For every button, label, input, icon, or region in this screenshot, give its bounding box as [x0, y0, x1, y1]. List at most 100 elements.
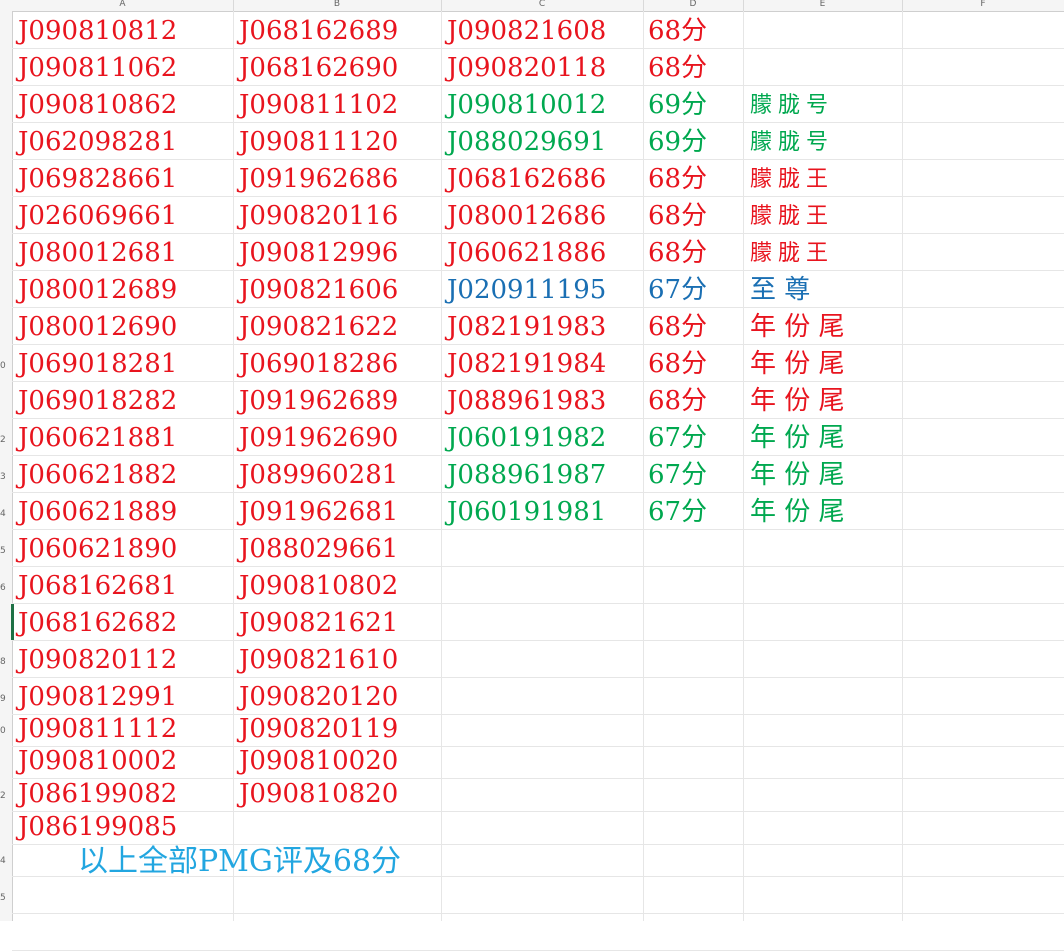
cell-c7[interactable]: J060621886	[447, 235, 606, 272]
note-text[interactable]: 以上全部PMG评及68分	[78, 842, 401, 882]
cell-e12[interactable]: 年 份 尾	[750, 420, 845, 457]
column-header-d[interactable]: D	[643, 0, 744, 11]
cell-c8[interactable]: J020911195	[447, 272, 606, 309]
cell-e11[interactable]: 年 份 尾	[750, 383, 845, 420]
row-number[interactable]: 5	[0, 893, 12, 903]
cell-a2[interactable]: J090811062	[18, 50, 177, 87]
cell-a14[interactable]: J060621889	[18, 494, 177, 531]
cell-c6[interactable]: J080012686	[447, 198, 606, 235]
cell-d5[interactable]: 68分	[648, 161, 707, 198]
cell-e4[interactable]: 朦胧号	[750, 124, 834, 161]
cell-a1[interactable]: J090810812	[18, 13, 177, 50]
cell-b3[interactable]: J090811102	[239, 87, 398, 124]
cell-b14[interactable]: J091962681	[239, 494, 398, 531]
column-header-a[interactable]: A	[12, 0, 234, 11]
cell-a21[interactable]: J090810002	[18, 743, 177, 780]
cell-d7[interactable]: 68分	[648, 235, 707, 272]
column-header-c[interactable]: C	[441, 0, 644, 11]
cell-b6[interactable]: J090820116	[239, 198, 398, 235]
cell-c2[interactable]: J090820118	[447, 50, 606, 87]
row-number[interactable]: 5	[0, 546, 12, 556]
cell-b21[interactable]: J090810020	[239, 743, 398, 780]
cell-a17[interactable]: J068162682	[18, 605, 177, 642]
cell-d2[interactable]: 68分	[648, 50, 707, 87]
cell-b2[interactable]: J068162690	[239, 50, 398, 87]
cell-a22[interactable]: J086199082	[18, 776, 177, 813]
cell-b17[interactable]: J090821621	[239, 605, 398, 642]
cell-d4[interactable]: 69分	[648, 124, 707, 161]
column-header-b[interactable]: B	[233, 0, 442, 11]
cell-c10[interactable]: J082191984	[447, 346, 606, 383]
cell-a3[interactable]: J090810862	[18, 87, 177, 124]
cell-b12[interactable]: J091962690	[239, 420, 398, 457]
row-number[interactable]: 2	[0, 435, 12, 445]
row-number[interactable]: 4	[0, 509, 12, 519]
row-number[interactable]: 6	[0, 583, 12, 593]
cell-c11[interactable]: J088961983	[447, 383, 606, 420]
row-number[interactable]: 0	[0, 361, 12, 371]
cell-a7[interactable]: J080012681	[18, 235, 177, 272]
cell-a4[interactable]: J062098281	[18, 124, 177, 161]
cell-e9[interactable]: 年 份 尾	[750, 309, 845, 346]
cell-c9[interactable]: J082191983	[447, 309, 606, 346]
cell-d14[interactable]: 67分	[648, 494, 707, 531]
row-number[interactable]: 9	[0, 694, 12, 704]
cell-a10[interactable]: J069018281	[18, 346, 177, 383]
cell-d3[interactable]: 69分	[648, 87, 707, 124]
cell-e7[interactable]: 朦胧王	[750, 235, 834, 272]
cell-b8[interactable]: J090821606	[239, 272, 398, 309]
cell-a6[interactable]: J026069661	[18, 198, 177, 235]
cell-d8[interactable]: 67分	[648, 272, 707, 309]
cell-d9[interactable]: 68分	[648, 309, 707, 346]
cell-d1[interactable]: 68分	[648, 13, 707, 50]
cell-c12[interactable]: J060191982	[447, 420, 606, 457]
cell-e8[interactable]: 至 尊	[750, 272, 810, 309]
row-number[interactable]: 3	[0, 472, 12, 482]
cell-e3[interactable]: 朦胧号	[750, 87, 834, 124]
cell-e13[interactable]: 年 份 尾	[750, 457, 845, 494]
cell-d6[interactable]: 68分	[648, 198, 707, 235]
row-number[interactable]: 4	[0, 856, 12, 866]
cell-d10[interactable]: 68分	[648, 346, 707, 383]
spreadsheet-grid[interactable]: ABCDEF 0 2 3 4 5 6 8 9 0 2 4 5 J090810812 J090811062…	[0, 0, 1064, 951]
cell-b10[interactable]: J069018286	[239, 346, 398, 383]
cell-a9[interactable]: J080012690	[18, 309, 177, 346]
cell-d11[interactable]: 68分	[648, 383, 707, 420]
cell-c14[interactable]: J060191981	[447, 494, 606, 531]
cell-b15[interactable]: J088029661	[239, 531, 398, 568]
column-header-e[interactable]: E	[743, 0, 903, 11]
cell-b9[interactable]: J090821622	[239, 309, 398, 346]
cell-e14[interactable]: 年 份 尾	[750, 494, 845, 531]
cell-c13[interactable]: J088961987	[447, 457, 606, 494]
cell-b22[interactable]: J090810820	[239, 776, 398, 813]
cell-e6[interactable]: 朦胧王	[750, 198, 834, 235]
cell-b4[interactable]: J090811120	[239, 124, 398, 161]
cell-c4[interactable]: J088029691	[447, 124, 606, 161]
cell-a15[interactable]: J060621890	[18, 531, 177, 568]
column-header-f[interactable]: F	[902, 0, 1064, 11]
row-number[interactable]: 2	[0, 791, 12, 801]
cell-a11[interactable]: J069018282	[18, 383, 177, 420]
cell-c3[interactable]: J090810012	[447, 87, 606, 124]
row-number[interactable]: 0	[0, 726, 12, 736]
cell-a5[interactable]: J069828661	[18, 161, 177, 198]
cell-e5[interactable]: 朦胧王	[750, 161, 834, 198]
cell-b5[interactable]: J091962686	[239, 161, 398, 198]
cell-a13[interactable]: J060621882	[18, 457, 177, 494]
cell-a8[interactable]: J080012689	[18, 272, 177, 309]
cell-c5[interactable]: J068162686	[447, 161, 606, 198]
cell-d13[interactable]: 67分	[648, 457, 707, 494]
cell-d12[interactable]: 67分	[648, 420, 707, 457]
cell-b13[interactable]: J089960281	[239, 457, 398, 494]
cell-b11[interactable]: J091962689	[239, 383, 398, 420]
cell-a23[interactable]: J086199085	[18, 809, 177, 846]
cell-b7[interactable]: J090812996	[239, 235, 398, 272]
cell-a18[interactable]: J090820112	[18, 642, 177, 679]
cell-c1[interactable]: J090821608	[447, 13, 606, 50]
cell-b16[interactable]: J090810802	[239, 568, 398, 605]
cell-a16[interactable]: J068162681	[18, 568, 177, 605]
cell-e10[interactable]: 年 份 尾	[750, 346, 845, 383]
cell-b1[interactable]: J068162689	[239, 13, 398, 50]
cell-b18[interactable]: J090821610	[239, 642, 398, 679]
row-number[interactable]: 8	[0, 657, 12, 667]
